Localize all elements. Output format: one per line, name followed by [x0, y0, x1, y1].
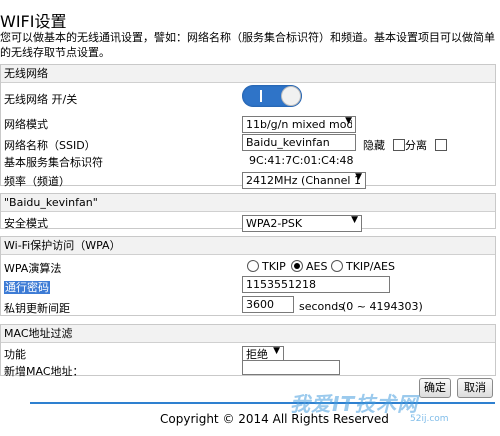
network-mode-label: 网络模式 [4, 118, 48, 131]
hide-ssid-label: 隐藏 [363, 139, 385, 152]
bssid-label: 基本服务集合标识符 [4, 156, 103, 169]
channel-label: 频率（频道） [4, 175, 70, 188]
apply-button[interactable]: 确定 [419, 378, 451, 398]
isolate-label: 分离 [405, 139, 427, 152]
mac-section-header: MAC地址过滤 [1, 325, 495, 343]
toggle-knob [281, 86, 301, 106]
wireless-section: 无线网络 无线网络 开/关 网络模式 11b/g/n mixed mode ▼ … [0, 64, 496, 189]
hide-ssid-checkbox[interactable] [392, 139, 405, 151]
page-intro: 您可以做基本的无线通讯设置，譬如：网络名称（服务集合标识符）和频道。基本设置项目… [0, 31, 495, 59]
wireless-section-header: 无线网络 [1, 65, 495, 83]
ssid-label: 网络名称（SSID） [4, 139, 96, 152]
rekey-range: (0 ~ 4194303) [342, 300, 423, 313]
rekey-label: 私钥更新间距 [4, 302, 70, 315]
radio-tkip-aes-label: TKIP/AES [346, 260, 395, 273]
radio-aes[interactable]: AES [291, 260, 327, 273]
radio-tkip-button[interactable] [247, 260, 259, 272]
security-mode-select[interactable]: WPA2-PSK [242, 215, 362, 232]
page-title: WIFI设置 [0, 12, 67, 31]
radio-tkip[interactable]: TKIP [247, 260, 286, 273]
wireless-toggle[interactable] [242, 85, 302, 107]
network-mode-select[interactable]: 11b/g/n mixed mode [242, 116, 356, 133]
toggle-on-icon [260, 90, 262, 102]
wpa-section-header: Wi-Fi保护访问（WPA） [1, 237, 495, 255]
wireless-enable-label: 无线网络 开/关 [4, 93, 78, 106]
watermark-url: 52ij.com [410, 414, 449, 424]
rekey-unit: seconds [299, 300, 344, 313]
rekey-input[interactable] [242, 296, 294, 313]
radio-aes-button[interactable] [291, 260, 303, 272]
copyright: Copyright © 2014 All Rights Reserved [160, 412, 389, 426]
radio-tkip-aes[interactable]: TKIP/AES [331, 260, 395, 273]
wpa-algorithm-label: WPA演算法 [4, 262, 62, 275]
ssid-input[interactable] [242, 134, 356, 151]
mac-section: MAC地址过滤 功能 拒绝 ▼ 新增MAC地址： [0, 324, 496, 378]
cancel-button[interactable]: 取消 [457, 378, 493, 398]
new-mac-label: 新增MAC地址： [4, 365, 84, 378]
radio-tkip-aes-button[interactable] [331, 260, 343, 272]
mac-function-label: 功能 [4, 348, 26, 361]
security-section: "Baidu_kevinfan" 安全模式 WPA2-PSK ▼ [0, 193, 496, 232]
channel-select[interactable]: 2412MHz (Channel 1) [242, 172, 366, 189]
isolate-checkbox[interactable] [434, 139, 447, 151]
radio-tkip-label: TKIP [262, 260, 286, 273]
footer-divider [30, 402, 495, 404]
wpa-section: Wi-Fi保护访问（WPA） WPA演算法 TKIP AES TKIP/AES … [0, 236, 496, 316]
password-label: 通行密码 [4, 281, 50, 294]
security-section-header: "Baidu_kevinfan" [1, 194, 495, 212]
security-mode-label: 安全模式 [4, 217, 48, 230]
new-mac-input[interactable] [242, 360, 340, 375]
radio-aes-label: AES [306, 260, 328, 273]
password-input[interactable] [242, 276, 390, 293]
bssid-value: 9C:41:7C:01:C4:48 [249, 154, 354, 167]
